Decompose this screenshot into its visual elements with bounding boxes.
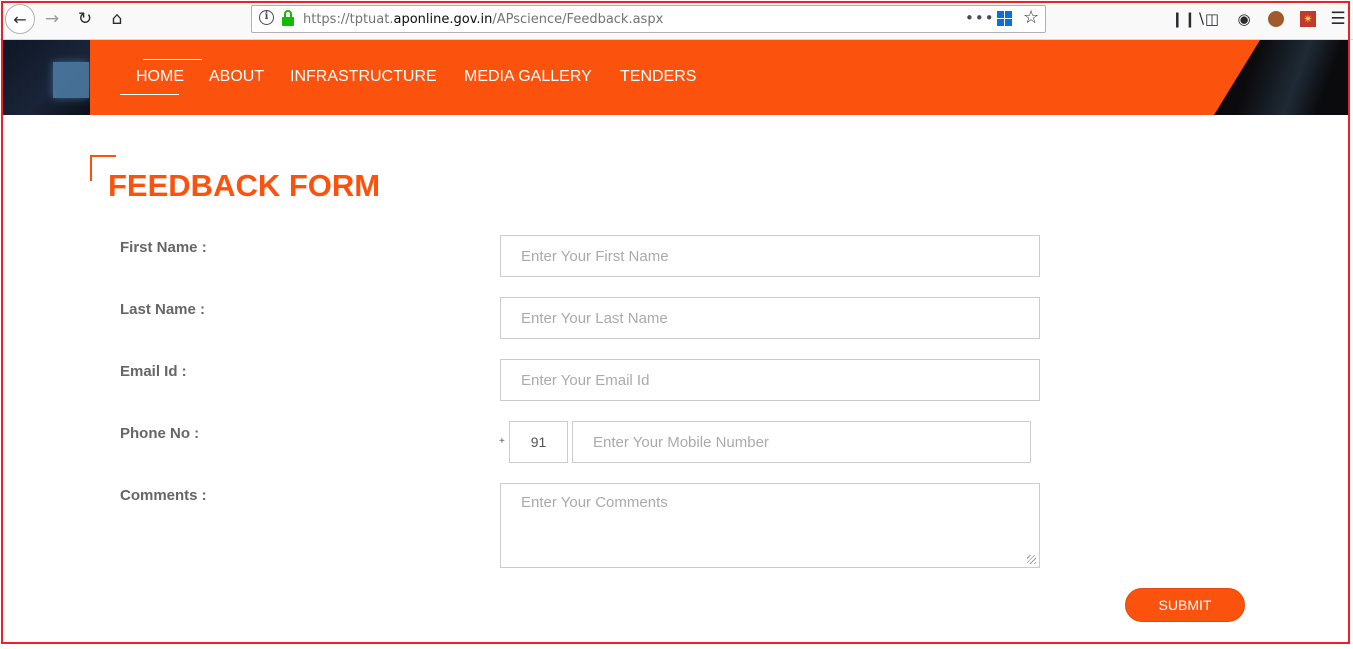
info-icon[interactable]: i xyxy=(259,10,274,25)
sidebar-icon[interactable]: ◫ xyxy=(1202,9,1222,29)
header-left-image xyxy=(3,40,90,115)
submit-button[interactable]: SUBMIT xyxy=(1125,588,1245,622)
nav-tenders[interactable]: TENDERS xyxy=(620,68,696,86)
back-icon[interactable]: ← xyxy=(5,4,35,34)
page-title: FEEDBACK FORM xyxy=(108,168,381,203)
nav-media-gallery[interactable]: MEDIA GALLERY xyxy=(464,68,592,86)
url-text[interactable]: https://tptuat.aponline.gov.in/APscience… xyxy=(303,12,663,27)
email-input[interactable] xyxy=(500,359,1040,401)
lock-icon xyxy=(281,10,295,28)
phone-label: Phone No : xyxy=(120,425,200,442)
email-label: Email Id : xyxy=(120,363,187,380)
url-path: /APscience/Feedback.aspx xyxy=(492,12,664,27)
nav-home[interactable]: HOME xyxy=(136,68,184,86)
active-nav-line xyxy=(120,94,179,95)
nav-about[interactable]: ABOUT xyxy=(209,68,264,86)
first-name-input[interactable] xyxy=(500,235,1040,277)
country-code-field[interactable]: 91 xyxy=(509,421,568,463)
title-corner-decoration xyxy=(90,155,92,181)
comments-label: Comments : xyxy=(120,487,207,504)
site-header xyxy=(90,40,1348,115)
url-domain: aponline.gov.in xyxy=(393,12,493,27)
last-name-input[interactable] xyxy=(500,297,1040,339)
first-name-label: First Name : xyxy=(120,239,207,256)
extension-icon[interactable]: ✴ xyxy=(1298,9,1318,29)
forward-icon[interactable]: → xyxy=(38,5,66,33)
home-icon[interactable]: ⌂ xyxy=(103,5,131,33)
last-name-label: Last Name : xyxy=(120,301,206,318)
active-nav-line xyxy=(143,59,202,60)
url-bar[interactable]: i https://tptuat.aponline.gov.in/APscien… xyxy=(251,5,1046,33)
more-icon[interactable]: ••• xyxy=(965,9,995,27)
account-icon[interactable]: ◉ xyxy=(1234,9,1254,29)
comments-textarea[interactable] xyxy=(500,483,1040,568)
reload-icon[interactable]: ↻ xyxy=(71,5,99,33)
menu-icon[interactable]: ☰ xyxy=(1328,9,1348,29)
phone-plus-sign: + xyxy=(499,436,505,447)
resize-handle-icon[interactable] xyxy=(1027,555,1036,564)
nav-infrastructure[interactable]: INFRASTRUCTURE xyxy=(290,68,437,86)
library-icon[interactable]: ❙❙∖ xyxy=(1171,9,1206,29)
browser-toolbar: ← → ↻ ⌂ i https://tptuat.aponline.gov.in… xyxy=(0,0,1353,40)
url-prefix: https://tptuat. xyxy=(303,12,394,27)
windows-icon[interactable] xyxy=(997,11,1013,27)
cookie-icon[interactable] xyxy=(1266,9,1286,29)
mobile-number-input[interactable] xyxy=(572,421,1031,463)
bookmark-star-icon[interactable]: ☆ xyxy=(1023,7,1039,28)
title-corner-decoration xyxy=(90,155,116,157)
